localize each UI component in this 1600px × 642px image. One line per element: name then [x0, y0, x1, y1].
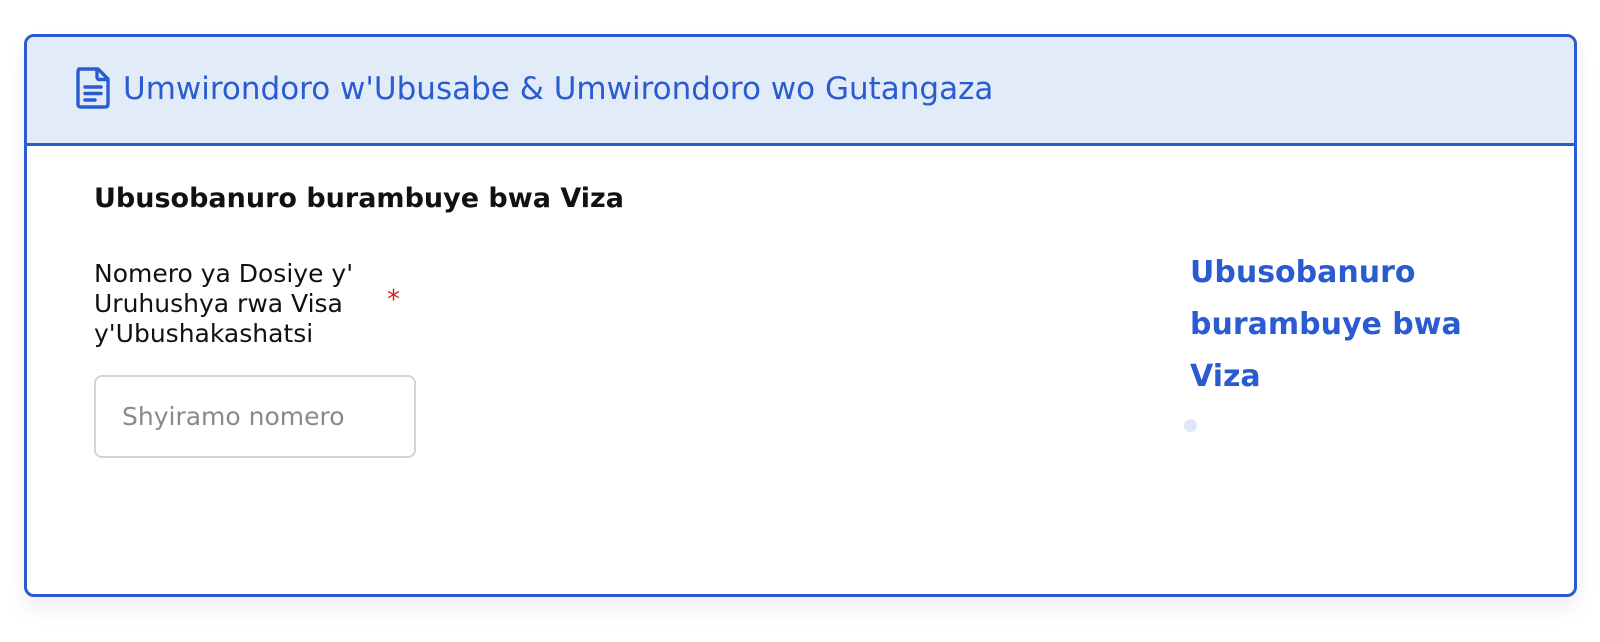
- visa-details-panel: Umwirondoro w'Ubusabe & Umwirondoro wo G…: [24, 34, 1577, 597]
- required-indicator: *: [387, 285, 400, 315]
- panel-title: Umwirondoro w'Ubusabe & Umwirondoro wo G…: [123, 71, 994, 107]
- file-number-label: Nomero ya Dosiye y' Uruhushya rwa Visa y…: [94, 259, 354, 348]
- side-nav-indicator-dot: [1184, 419, 1197, 432]
- panel-header: Umwirondoro w'Ubusabe & Umwirondoro wo G…: [27, 37, 1574, 146]
- document-icon: [76, 67, 110, 109]
- file-number-input[interactable]: [94, 375, 416, 458]
- section-title: Ubusobanuro burambuye bwa Viza: [94, 183, 624, 214]
- side-nav-item-visa-details[interactable]: Ubusobanuro burambuye bwa Viza: [1190, 247, 1490, 403]
